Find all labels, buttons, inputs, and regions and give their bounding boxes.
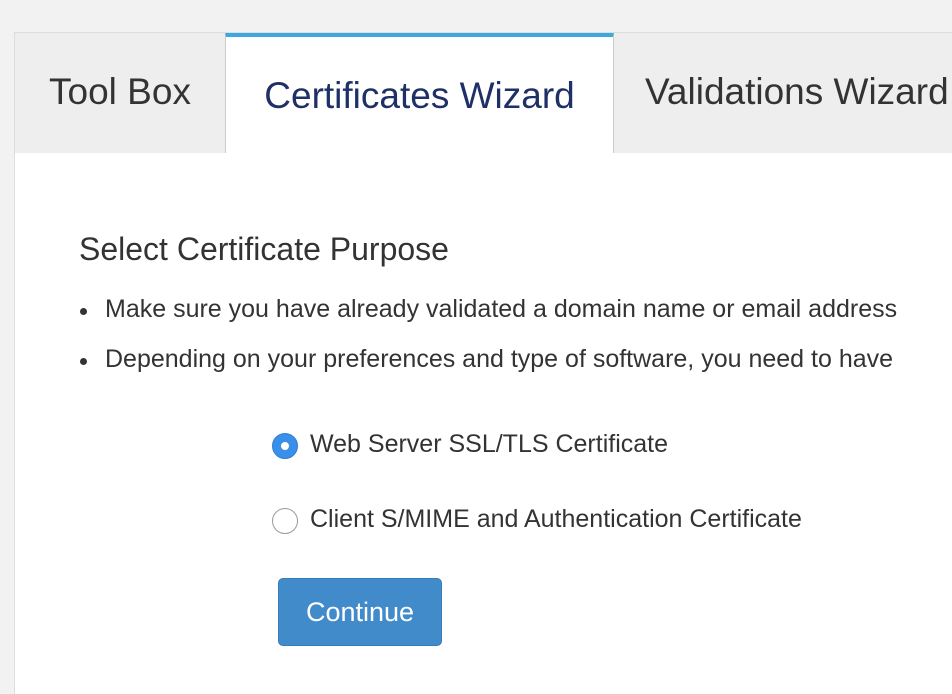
- tab-content-panel: Select Certificate Purpose Make sure you…: [15, 153, 952, 694]
- bullet-icon: [80, 358, 87, 365]
- list-item: Make sure you have already validated a d…: [75, 295, 897, 345]
- tab-certificates-wizard[interactable]: Certificates Wizard: [225, 33, 614, 153]
- bullet-icon: [80, 308, 87, 315]
- radio-unselected-icon[interactable]: [272, 508, 298, 534]
- instruction-text: Depending on your preferences and type o…: [105, 345, 894, 373]
- list-item: Depending on your preferences and type o…: [75, 345, 897, 395]
- tab-label: Certificates Wizard: [264, 75, 575, 116]
- tab-label: Validations Wizard: [645, 71, 949, 112]
- option-label: Client S/MIME and Authentication Certifi…: [310, 505, 802, 533]
- tab-bar: Tool Box Certificates Wizard Validations…: [15, 33, 952, 153]
- app-frame: Tool Box Certificates Wizard Validations…: [14, 32, 952, 694]
- tab-tool-box[interactable]: Tool Box: [15, 33, 225, 153]
- instruction-list: Make sure you have already validated a d…: [75, 295, 897, 395]
- continue-button[interactable]: Continue: [278, 578, 442, 646]
- tab-validations-wizard[interactable]: Validations Wizard: [614, 33, 952, 153]
- instruction-text: Make sure you have already validated a d…: [105, 295, 898, 323]
- radio-selected-icon[interactable]: [272, 433, 298, 459]
- option-label: Web Server SSL/TLS Certificate: [310, 430, 669, 458]
- tab-label: Tool Box: [49, 71, 191, 112]
- section-title: Select Certificate Purpose: [79, 231, 449, 267]
